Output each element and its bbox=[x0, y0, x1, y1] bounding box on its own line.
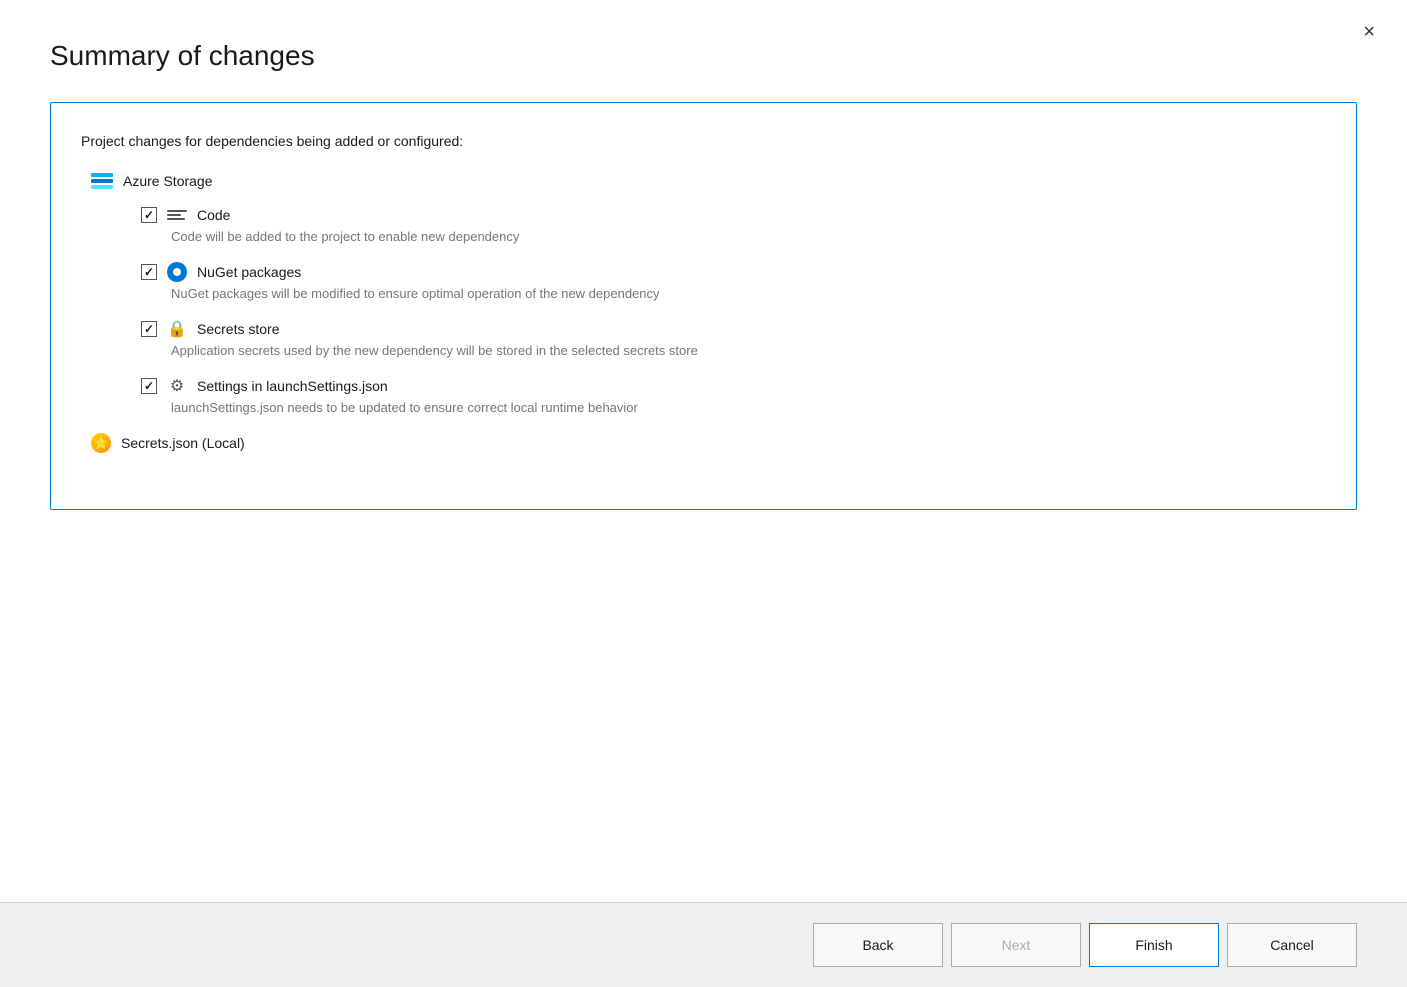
code-label: Code bbox=[197, 207, 230, 223]
dependency-group: Azure Storage bbox=[81, 173, 1326, 453]
secrets-json-icon: ⭐ bbox=[91, 433, 111, 453]
finish-button[interactable]: Finish bbox=[1089, 923, 1219, 967]
dependency-header: Azure Storage bbox=[81, 173, 1326, 189]
change-item-secrets-store: 🔒 Secrets store Application secrets used… bbox=[141, 319, 1326, 358]
checkbox-code[interactable] bbox=[141, 207, 157, 223]
lock-icon: 🔒 bbox=[167, 319, 187, 339]
settings-icon: ⚙ bbox=[167, 376, 187, 396]
change-item-nuget: NuGet packages NuGet packages will be mo… bbox=[141, 262, 1326, 301]
checkbox-nuget[interactable] bbox=[141, 264, 157, 280]
settings-description: launchSettings.json needs to be updated … bbox=[171, 400, 1326, 415]
code-icon bbox=[167, 205, 187, 225]
secrets-store-description: Application secrets used by the new depe… bbox=[171, 343, 1326, 358]
close-button[interactable]: × bbox=[1355, 18, 1383, 46]
secrets-group: ⭐ Secrets.json (Local) bbox=[81, 433, 1326, 453]
dialog-title: Summary of changes bbox=[50, 40, 1357, 72]
dialog-footer: Back Next Finish Cancel bbox=[0, 902, 1407, 987]
secrets-json-label: Secrets.json (Local) bbox=[121, 435, 245, 451]
dialog-content: Project changes for dependencies being a… bbox=[0, 92, 1407, 902]
next-button[interactable]: Next bbox=[951, 923, 1081, 967]
code-description: Code will be added to the project to ena… bbox=[171, 229, 1326, 244]
change-items: Code Code will be added to the project t… bbox=[141, 205, 1326, 415]
summary-box: Project changes for dependencies being a… bbox=[50, 102, 1357, 510]
change-item-code: Code Code will be added to the project t… bbox=[141, 205, 1326, 244]
dependency-name: Azure Storage bbox=[123, 173, 213, 189]
nuget-description: NuGet packages will be modified to ensur… bbox=[171, 286, 1326, 301]
change-item-settings: ⚙ Settings in launchSettings.json launch… bbox=[141, 376, 1326, 415]
cancel-button[interactable]: Cancel bbox=[1227, 923, 1357, 967]
nuget-label: NuGet packages bbox=[197, 264, 301, 280]
summary-description: Project changes for dependencies being a… bbox=[81, 133, 1326, 149]
checkbox-secrets-store[interactable] bbox=[141, 321, 157, 337]
checkbox-settings[interactable] bbox=[141, 378, 157, 394]
dialog-header: Summary of changes bbox=[0, 0, 1407, 92]
settings-label: Settings in launchSettings.json bbox=[197, 378, 388, 394]
back-button[interactable]: Back bbox=[813, 923, 943, 967]
azure-storage-icon bbox=[91, 173, 113, 189]
nuget-icon bbox=[167, 262, 187, 282]
dialog: × Summary of changes Project changes for… bbox=[0, 0, 1407, 987]
secrets-store-label: Secrets store bbox=[197, 321, 279, 337]
